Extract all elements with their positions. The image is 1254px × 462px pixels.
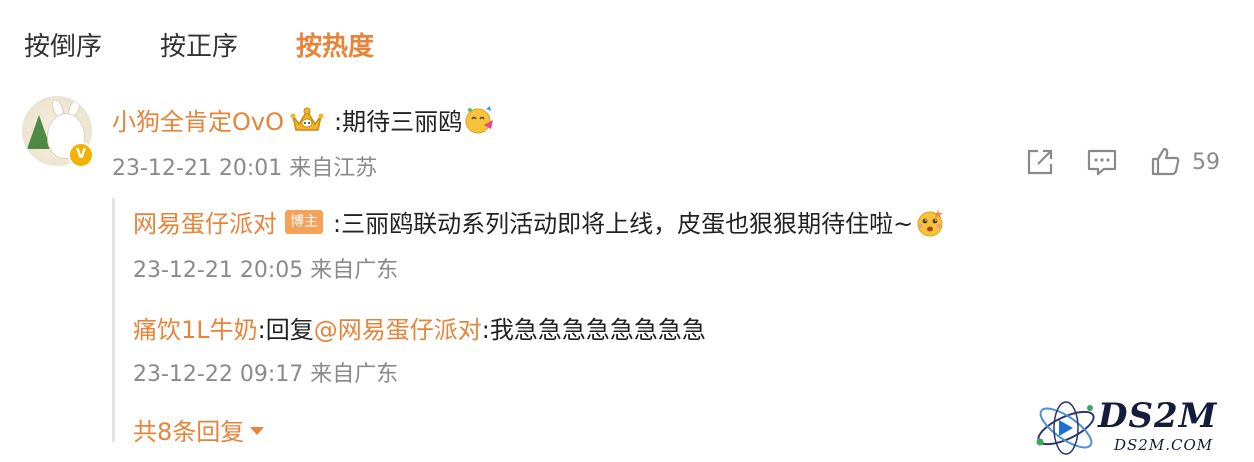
comment-actions: 59 (1024, 146, 1220, 178)
watermark-title: DS2M (1098, 396, 1218, 436)
crown-icon (290, 107, 324, 131)
more-replies-button[interactable]: 共8条回复 (133, 412, 265, 447)
comment-text: :期待三丽鸥 (333, 108, 463, 136)
watermark: DS2M DS2M.COM (1032, 396, 1242, 458)
reply-prefix: :回复 (257, 316, 314, 344)
reply-timestamp: 23-12-21 20:05 来自广东 (133, 258, 399, 283)
watermark-subtitle: DS2M.COM (1114, 436, 1214, 454)
reply-item: 痛饮1L牛奶 :回复 @网易蛋仔派对 :我急急急急急急急急 (133, 310, 706, 345)
party-face-emoji-icon (465, 105, 494, 133)
comment-content: 小狗全肯定OvO :期待三丽鸥 (112, 102, 494, 137)
avatar-container[interactable]: V (22, 96, 94, 168)
like-count: 59 (1192, 149, 1220, 175)
sort-tabs: 按倒序 按正序 按热度 (24, 26, 432, 63)
verified-badge-icon: V (68, 142, 94, 168)
tab-sort-ascending[interactable]: 按正序 (160, 26, 238, 63)
share-icon[interactable] (1024, 146, 1056, 178)
excited-face-emoji-icon (917, 208, 944, 236)
author-badge: 博主 (285, 209, 323, 234)
comment-timestamp: 23-12-21 20:01 来自江苏 (112, 156, 378, 181)
like-icon[interactable] (1150, 146, 1182, 178)
reply-mention-link[interactable]: @网易蛋仔派对 (314, 310, 482, 345)
tab-sort-hot[interactable]: 按热度 (296, 26, 374, 63)
comment-icon[interactable] (1086, 146, 1118, 178)
caret-down-icon (250, 426, 265, 435)
reply-text: :我急急急急急急急急 (481, 316, 706, 344)
atom-logo-icon (1036, 401, 1095, 455)
replies-container: 网易蛋仔派对 博主 :三丽鸥联动系列活动即将上线，皮蛋也狠狠期待住啦~ 23-1… (112, 198, 1125, 446)
reply-item: 网易蛋仔派对 博主 :三丽鸥联动系列活动即将上线，皮蛋也狠狠期待住啦~ (133, 204, 945, 239)
tab-sort-descending[interactable]: 按倒序 (24, 26, 102, 63)
reply-username[interactable]: 网易蛋仔派对 (133, 204, 277, 239)
reply-timestamp: 23-12-22 09:17 来自广东 (133, 362, 399, 387)
reply-username[interactable]: 痛饮1L牛奶 (133, 310, 258, 345)
more-replies-label: 共8条回复 (133, 418, 245, 446)
reply-text: :三丽鸥联动系列活动即将上线，皮蛋也狠狠期待住啦~ (333, 210, 914, 238)
comment-username[interactable]: 小狗全肯定OvO (112, 102, 284, 137)
